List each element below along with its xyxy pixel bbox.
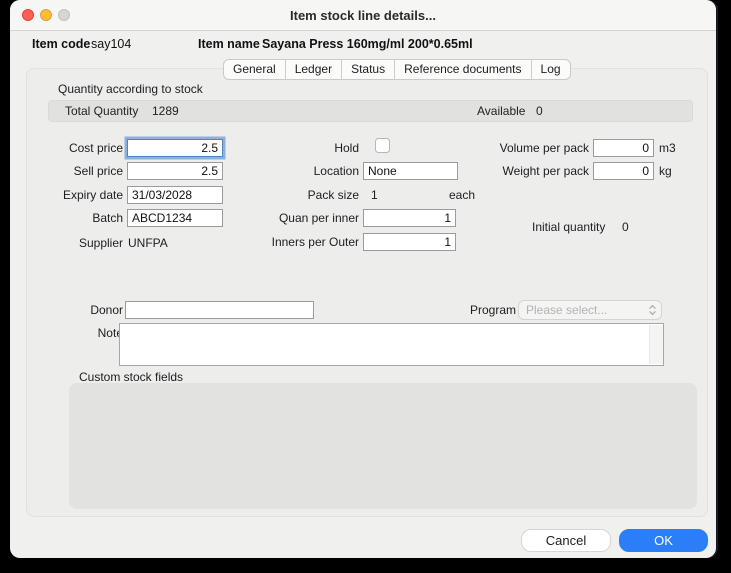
sell-price-label: Sell price (27, 164, 123, 178)
item-code-label: Item code (32, 37, 90, 51)
location-label: Location (227, 164, 359, 178)
note-scrollbar[interactable] (649, 325, 663, 364)
weight-unit: kg (659, 164, 672, 178)
inners-per-outer-input[interactable] (363, 233, 456, 251)
volume-per-pack-label: Volume per pack (447, 141, 589, 155)
program-placeholder: Please select... (526, 303, 648, 317)
initial-quantity-label: Initial quantity (532, 220, 605, 234)
tab-bar: General Ledger Status Reference document… (223, 59, 571, 80)
custom-stock-fields-title: Custom stock fields (79, 370, 183, 384)
custom-stock-fields-area (69, 383, 697, 509)
ok-button[interactable]: OK (619, 529, 708, 552)
pack-size-unit: each (449, 188, 475, 202)
sell-price-input[interactable] (127, 162, 223, 180)
quan-per-inner-label: Quan per inner (227, 211, 359, 225)
general-tab-panel: Quantity according to stock Total Quanti… (26, 68, 708, 517)
weight-per-pack-input[interactable] (593, 162, 654, 180)
item-name-value: Sayana Press 160mg/ml 200*0.65ml (262, 37, 473, 51)
supplier-value: UNFPA (128, 236, 168, 250)
volume-per-pack-input[interactable] (593, 139, 654, 157)
tab-ledger[interactable]: Ledger (285, 60, 341, 79)
batch-input[interactable] (127, 209, 223, 227)
volume-unit: m3 (659, 141, 676, 155)
note-label: Note (27, 326, 123, 340)
donor-label: Donor (27, 303, 123, 317)
cancel-button[interactable]: Cancel (521, 529, 611, 552)
updown-chevron-icon (648, 303, 657, 317)
pack-size-label: Pack size (227, 188, 359, 202)
titlebar: Item stock line details... (10, 0, 716, 31)
cost-price-label: Cost price (27, 141, 123, 155)
hold-label: Hold (227, 141, 359, 155)
batch-label: Batch (27, 211, 123, 225)
donor-input[interactable] (125, 301, 314, 319)
total-quantity-label: Total Quantity (65, 104, 138, 118)
cost-price-input[interactable] (127, 139, 223, 157)
item-name-label: Item name (198, 37, 260, 51)
inners-per-outer-label: Inners per Outer (227, 235, 359, 249)
hold-checkbox[interactable] (375, 138, 390, 153)
pack-size-value: 1 (371, 188, 378, 202)
screen: { "window": { "title": "Item stock line … (0, 0, 731, 573)
tab-reference-documents[interactable]: Reference documents (394, 60, 530, 79)
tab-general[interactable]: General (224, 60, 285, 79)
expiry-date-input[interactable] (127, 186, 223, 204)
tab-status[interactable]: Status (341, 60, 394, 79)
weight-per-pack-label: Weight per pack (447, 164, 589, 178)
supplier-label: Supplier (27, 236, 123, 250)
total-quantity-bar: Total Quantity 1289 Available 0 (48, 100, 693, 122)
available-value: 0 (536, 104, 543, 118)
window-title: Item stock line details... (10, 0, 716, 30)
available-label: Available (477, 104, 525, 118)
total-quantity-value: 1289 (152, 104, 179, 118)
expiry-date-label: Expiry date (27, 188, 123, 202)
tab-log[interactable]: Log (531, 60, 570, 79)
program-select[interactable]: Please select... (518, 300, 662, 320)
note-textarea[interactable] (119, 323, 664, 366)
program-label: Program (416, 303, 516, 317)
item-code-value: say104 (91, 37, 131, 51)
initial-quantity-value: 0 (622, 220, 629, 234)
quan-per-inner-input[interactable] (363, 209, 456, 227)
stock-section-title: Quantity according to stock (58, 82, 203, 96)
location-input[interactable] (363, 162, 458, 180)
dialog-window: Item stock line details... Item code say… (10, 0, 716, 558)
